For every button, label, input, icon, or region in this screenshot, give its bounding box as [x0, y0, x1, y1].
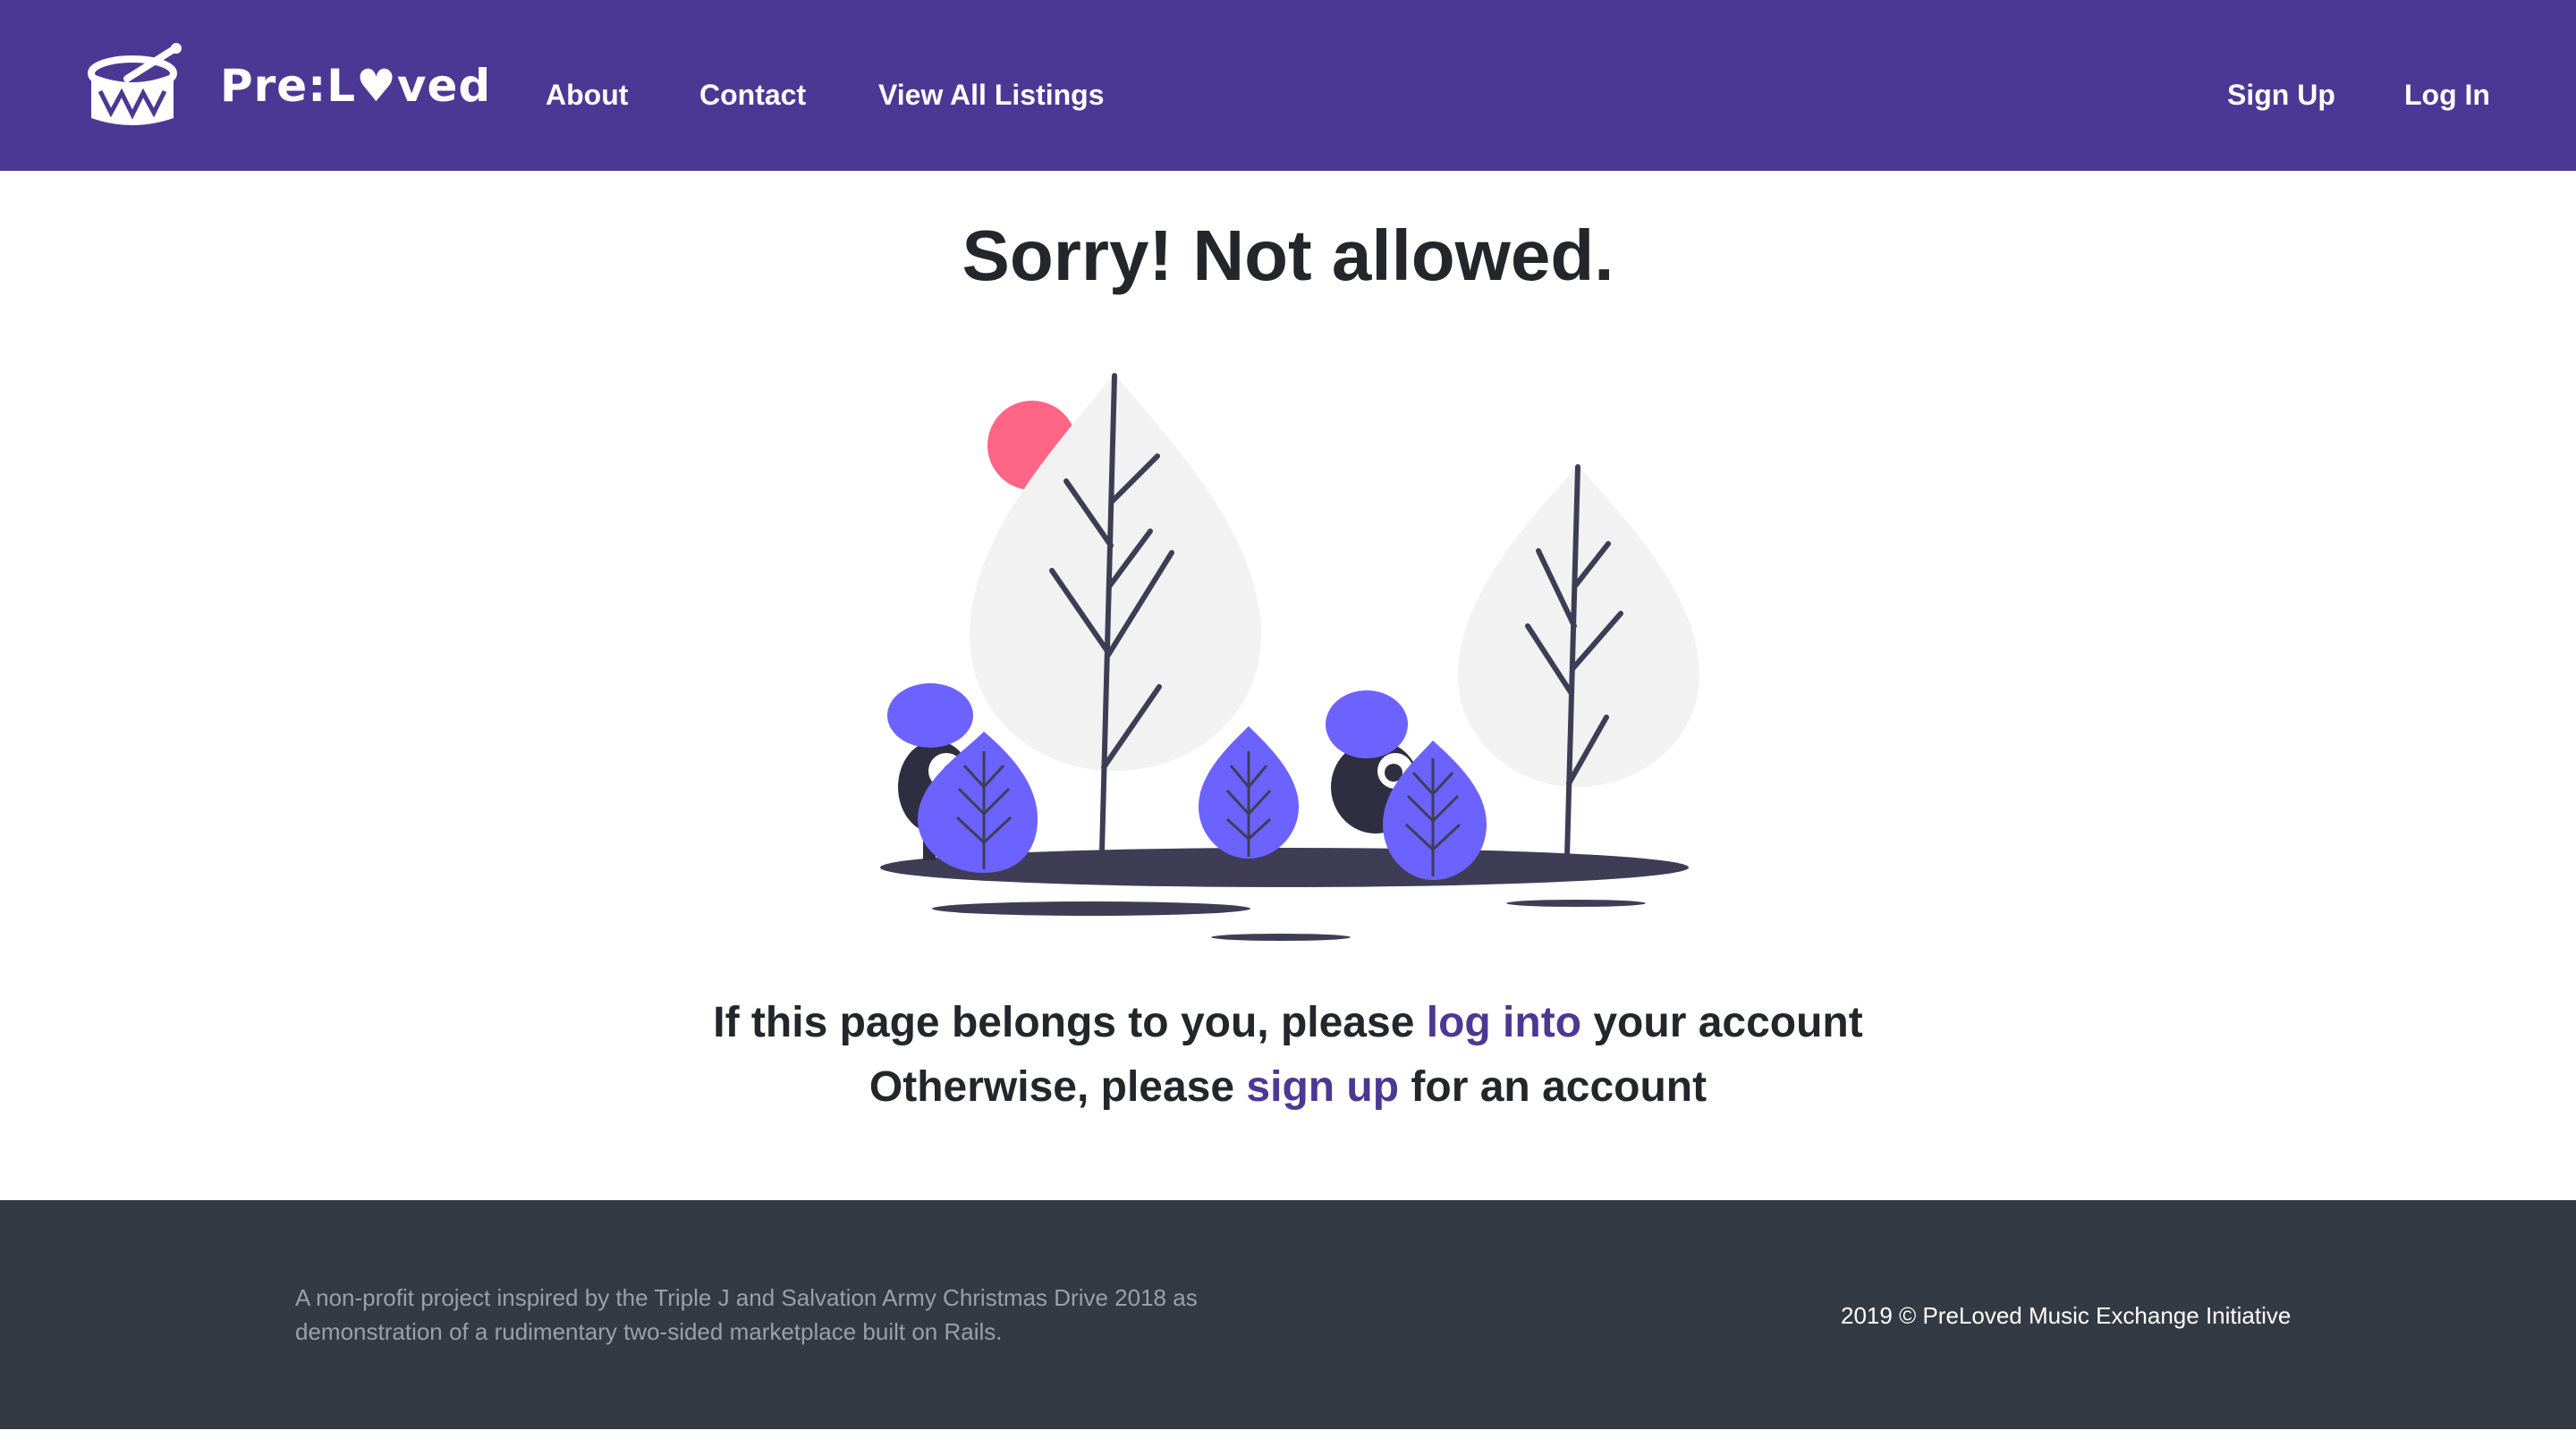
nav-contact[interactable]: Contact — [699, 77, 806, 113]
ground-shadow-3 — [1506, 900, 1646, 907]
footer: A non-profit project inspired by the Tri… — [0, 1200, 2576, 1429]
brand-logo-link[interactable]: Pre:L♥ved — [88, 43, 491, 129]
footer-copyright: 2019 © PreLoved Music Exchange Initiativ… — [1841, 1302, 2292, 1329]
brand-name: Pre:L♥ved — [220, 60, 492, 112]
signup-message: Otherwise, please sign up for an account — [0, 1061, 2576, 1114]
ground-shadow-2 — [1211, 934, 1351, 941]
signup-message-suffix: for an account — [1399, 1063, 1707, 1111]
page-title: Sorry! Not allowed. — [962, 216, 1614, 295]
sign-up-link[interactable]: sign up — [1246, 1063, 1399, 1111]
drum-icon — [88, 43, 182, 125]
ground-shadow-1 — [932, 901, 1250, 916]
login-message: If this page belongs to you, please log … — [0, 996, 2576, 1050]
nav-about[interactable]: About — [546, 77, 628, 113]
login-message-text: If this page belongs to you, please — [713, 999, 1427, 1046]
nav-log-in[interactable]: Log In — [2404, 77, 2490, 113]
signup-message-text: Otherwise, please — [869, 1063, 1247, 1111]
top-navbar: Pre:L♥ved About Contact View All Listing… — [0, 0, 2576, 171]
nav-sign-up[interactable]: Sign Up — [2227, 77, 2335, 113]
footer-description: A non-profit project inspired by the Tri… — [295, 1284, 1198, 1345]
log-into-link[interactable]: log into — [1427, 999, 1581, 1046]
nav-view-all-listings[interactable]: View All Listings — [878, 77, 1105, 113]
trees-and-people-illustration — [880, 373, 1699, 941]
login-message-suffix: your account — [1581, 999, 1863, 1046]
